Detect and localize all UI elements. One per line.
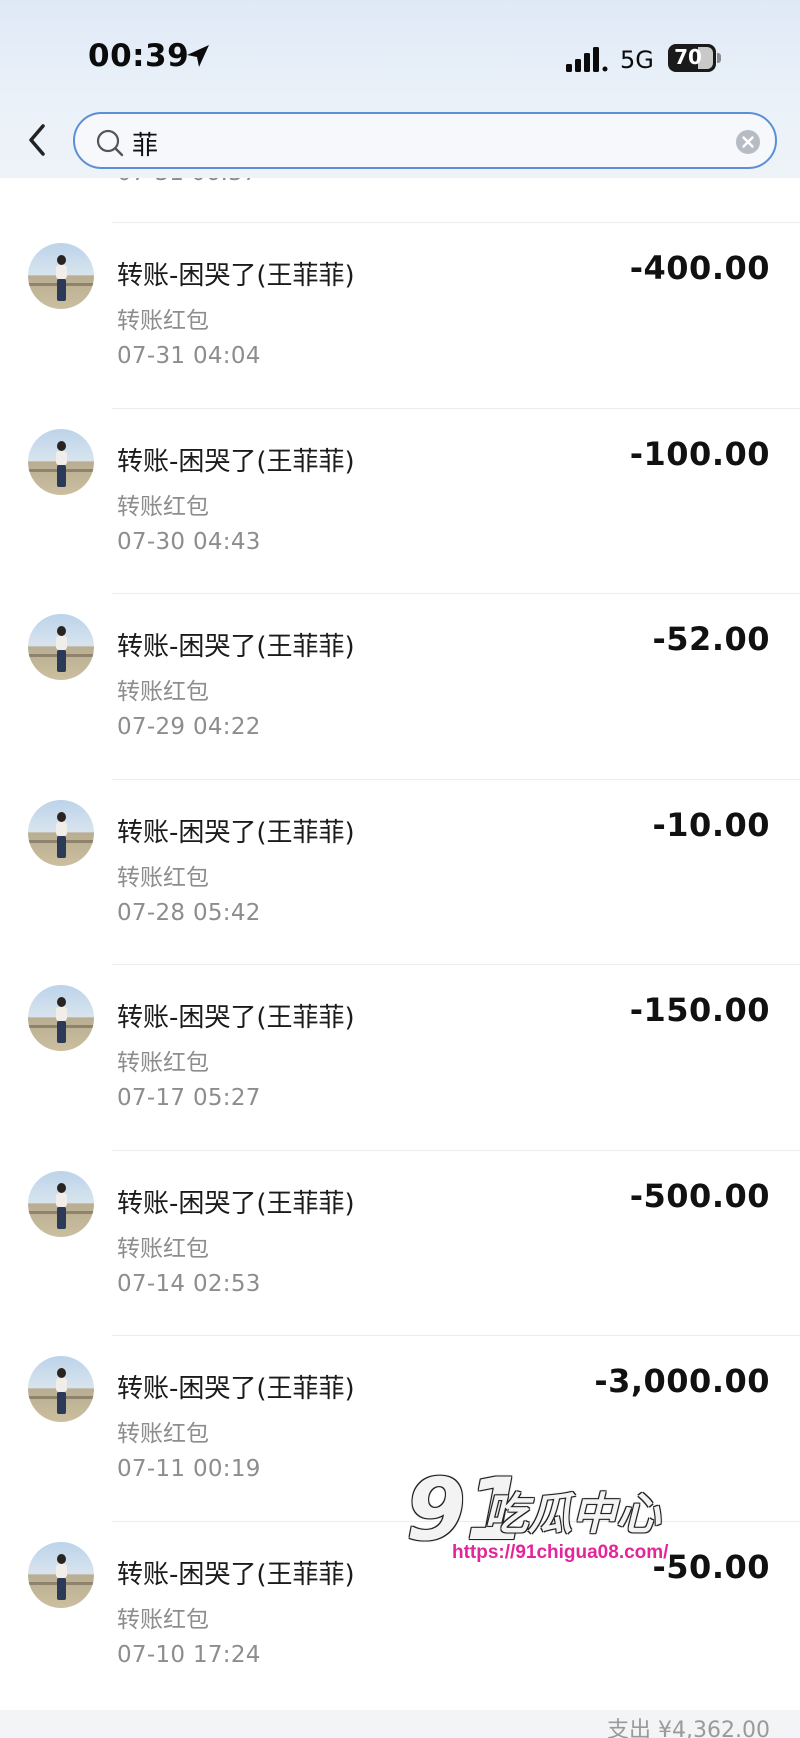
transaction-date: 07-31 04:04 <box>117 343 261 369</box>
transaction-date: 07-17 05:27 <box>117 1085 261 1111</box>
transaction-amount: -500.00 <box>629 1177 770 1215</box>
back-chevron-icon[interactable] <box>22 120 52 160</box>
transaction-date: 07-10 17:24 <box>117 1642 261 1668</box>
avatar-figure <box>55 812 67 858</box>
status-time: 00:39 <box>88 38 190 74</box>
transaction-type: 转账红包 <box>117 1050 209 1076</box>
list-item[interactable]: 转账-困哭了(王菲菲) 转账红包 07-14 02:53 -500.00 <box>0 1151 800 1336</box>
search-value[interactable]: 菲 <box>132 125 158 162</box>
transaction-type: 转账红包 <box>117 865 209 891</box>
list-item[interactable]: 转账-困哭了(王菲菲) 转账红包 07-28 05:42 -10.00 <box>0 780 800 965</box>
transaction-date: 07-30 04:43 <box>117 529 261 555</box>
network-label: 5G <box>620 46 654 74</box>
watermark: 91 吃瓜中心 https://91chigua08.com/ <box>406 1460 686 1572</box>
transaction-title: 转账-困哭了(王菲菲) <box>117 632 355 662</box>
list-item[interactable]: 转账-困哭了(王菲菲) 转账红包 07-30 04:43 -100.00 <box>0 409 800 594</box>
transaction-type: 转账红包 <box>117 1421 209 1447</box>
transaction-amount: -3,000.00 <box>594 1362 770 1400</box>
avatar <box>28 243 94 309</box>
battery-cap <box>717 53 721 63</box>
list-item[interactable]: 转账-困哭了(王菲菲) 转账红包 07-17 05:27 -150.00 <box>0 965 800 1150</box>
transaction-type: 转账红包 <box>117 308 209 334</box>
transaction-type: 转账红包 <box>117 494 209 520</box>
search-icon <box>96 129 124 157</box>
transaction-amount: -52.00 <box>652 620 770 658</box>
avatar-figure <box>55 1183 67 1229</box>
avatar <box>28 1171 94 1237</box>
transaction-title: 转账-困哭了(王菲菲) <box>117 1189 355 1219</box>
transaction-title: 转账-困哭了(王菲菲) <box>117 1560 355 1590</box>
avatar-figure <box>55 1554 67 1600</box>
battery-level: 70 <box>674 45 702 69</box>
transaction-title: 转账-困哭了(王菲菲) <box>117 261 355 291</box>
location-arrow-icon <box>187 45 209 67</box>
list-item[interactable]: 转账-困哭了(王菲菲) 转账红包 07-31 04:04 -400.00 <box>0 223 800 408</box>
avatar-figure <box>55 1368 67 1414</box>
avatar <box>28 429 94 495</box>
avatar-figure <box>55 997 67 1043</box>
signal-icon <box>566 47 608 72</box>
transaction-title: 转账-困哭了(王菲菲) <box>117 818 355 848</box>
avatar-figure <box>55 255 67 301</box>
avatar <box>28 614 94 680</box>
status-bar: 00:39 5G 70 <box>0 0 800 100</box>
battery-icon: 70 <box>668 44 721 72</box>
transaction-amount: -400.00 <box>629 249 770 287</box>
transaction-title: 转账-困哭了(王菲菲) <box>117 447 355 477</box>
avatar <box>28 985 94 1051</box>
transaction-amount: -10.00 <box>652 806 770 844</box>
footer-text: 支出 ¥4,362.00 <box>607 1718 770 1738</box>
transaction-date: 07-14 02:53 <box>117 1271 261 1297</box>
avatar-figure <box>55 626 67 672</box>
avatar-figure <box>55 441 67 487</box>
transaction-type: 转账红包 <box>117 1607 209 1633</box>
search-input[interactable]: 菲 <box>73 112 777 169</box>
avatar <box>28 1542 94 1608</box>
transaction-type: 转账红包 <box>117 1236 209 1262</box>
transaction-title: 转账-困哭了(王菲菲) <box>117 1003 355 1033</box>
transaction-amount: -100.00 <box>629 435 770 473</box>
transaction-title: 转账-困哭了(王菲菲) <box>117 1374 355 1404</box>
avatar <box>28 800 94 866</box>
transaction-amount: -150.00 <box>629 991 770 1029</box>
list-item[interactable]: 转账-困哭了(王菲菲) 转账红包 07-29 04:22 -52.00 <box>0 594 800 779</box>
avatar <box>28 1356 94 1422</box>
clear-icon[interactable] <box>735 129 761 155</box>
transaction-date: 07-11 00:19 <box>117 1456 261 1482</box>
watermark-name: 吃瓜中心 <box>484 1489 660 1540</box>
watermark-url: https://91chigua08.com/ <box>450 1542 671 1564</box>
footer-summary: 支出 ¥4,362.00 <box>0 1710 800 1738</box>
transaction-date: 07-28 05:42 <box>117 900 261 926</box>
transaction-type: 转账红包 <box>117 679 209 705</box>
transaction-date: 07-29 04:22 <box>117 714 261 740</box>
